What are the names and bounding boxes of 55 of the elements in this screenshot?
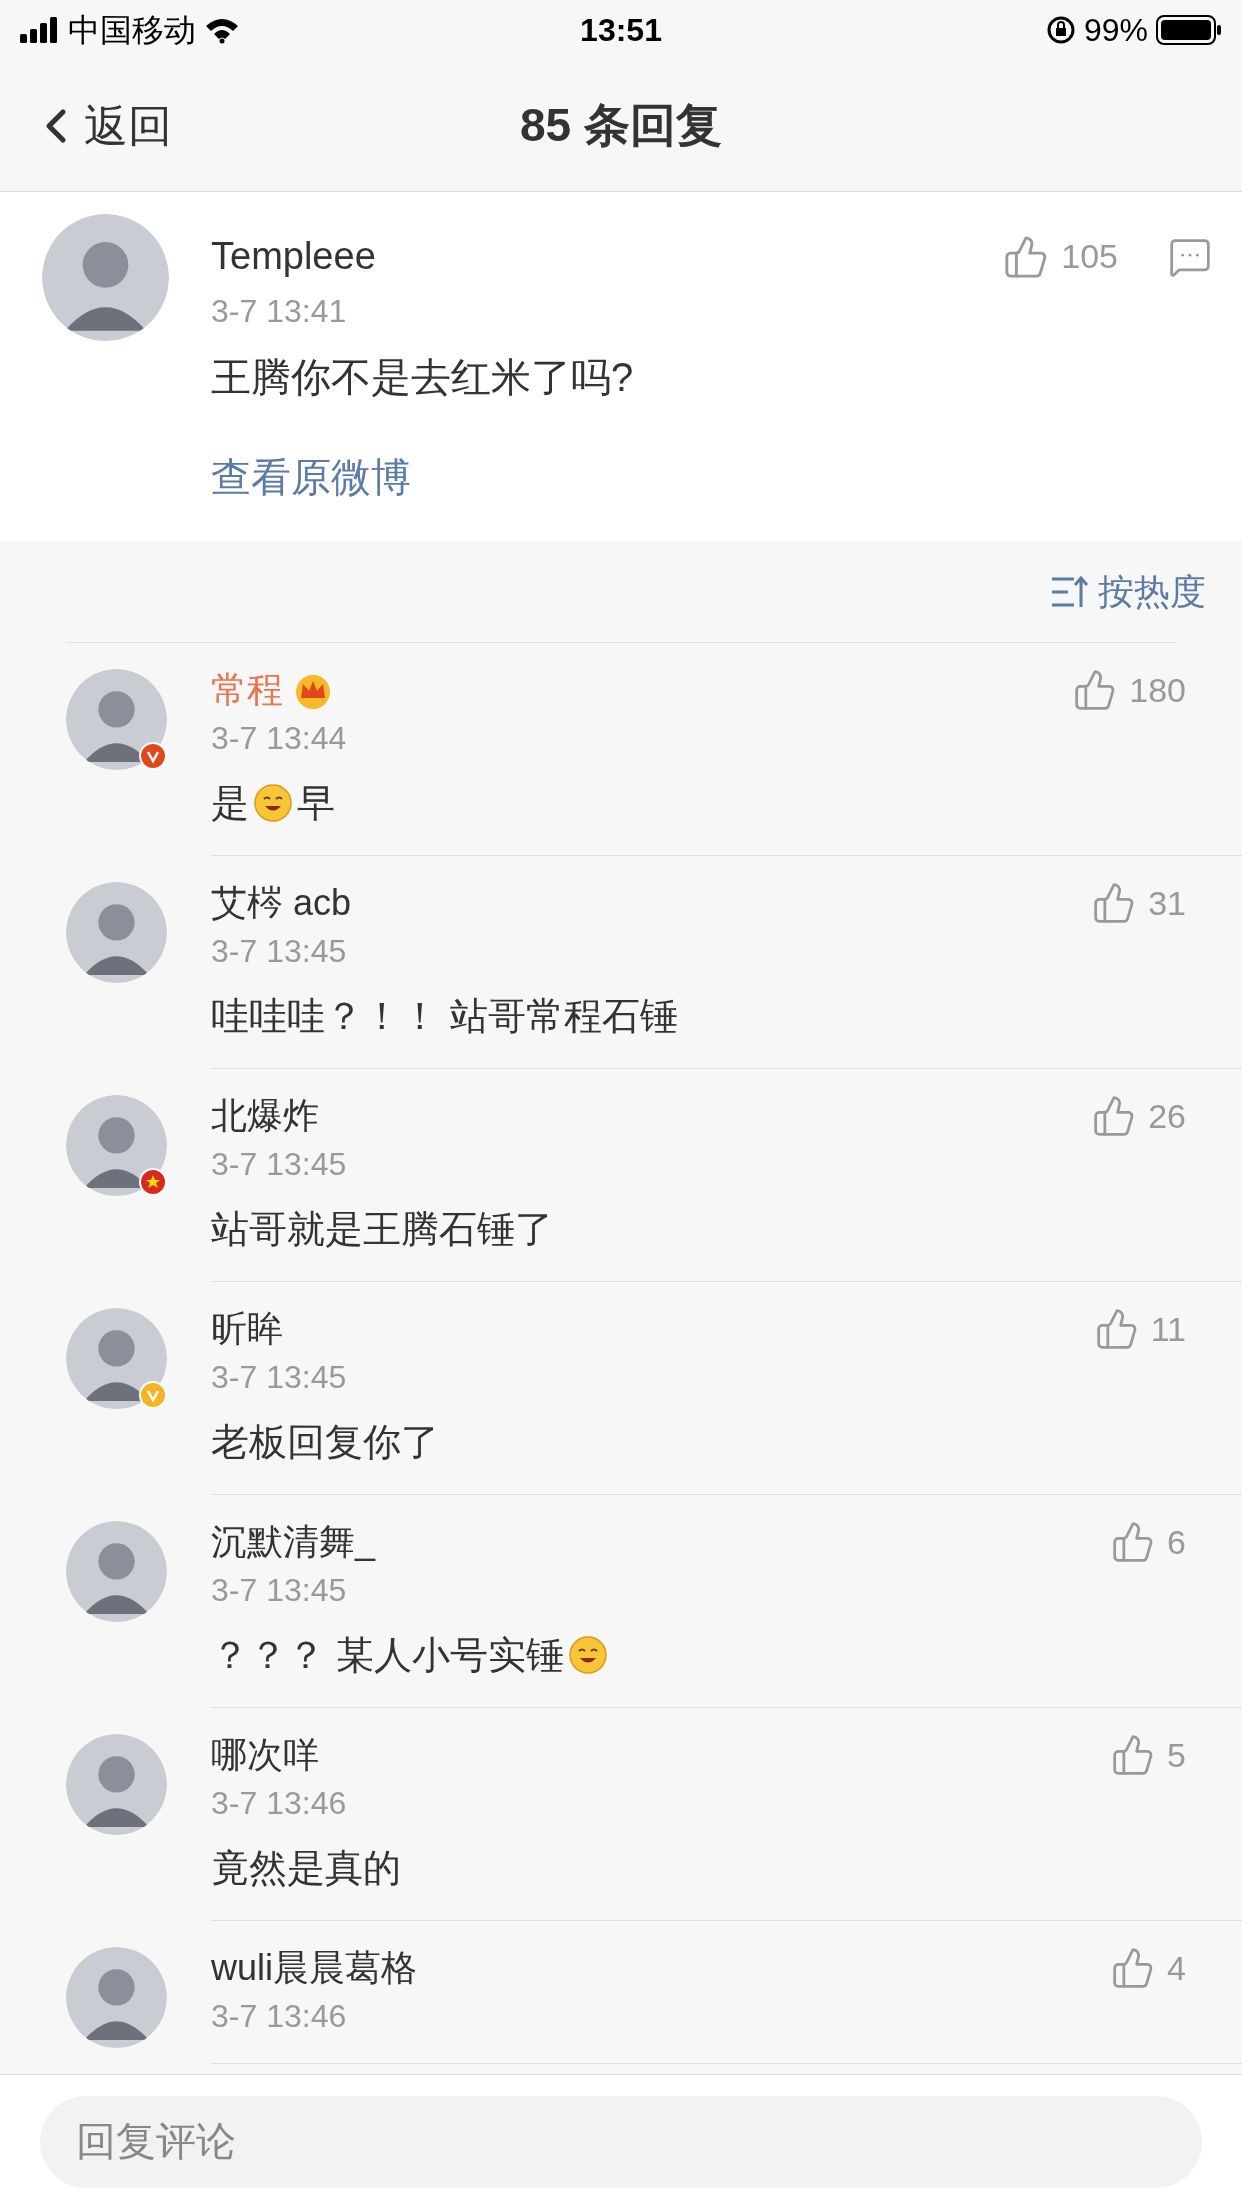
comment-time: 3-7 13:46	[211, 1997, 348, 2036]
username[interactable]: 昕眸	[211, 1302, 283, 1356]
reply-input-field[interactable]: 回复评论	[40, 2095, 1202, 2188]
comment-time: 3-7 13:45	[211, 1571, 348, 1610]
sort-icon	[1050, 574, 1090, 609]
avatar[interactable]	[66, 882, 167, 983]
avatar[interactable]	[66, 1947, 167, 2048]
like-count: 180	[1129, 669, 1186, 711]
signal-icon	[20, 17, 60, 43]
comment-time: 3-7 13:45	[211, 1358, 348, 1397]
comment-time: 3-7 13:44	[211, 719, 348, 758]
like-count: 5	[1167, 1734, 1186, 1776]
view-original-link[interactable]: 查看原微博	[211, 447, 1212, 507]
comment-text: 竟然是真的	[211, 1846, 401, 1891]
comment-text: 是	[211, 781, 249, 826]
username[interactable]: 哪次咩	[211, 1728, 319, 1782]
battery-icon	[1156, 15, 1222, 45]
username[interactable]: 艾梣 acb	[211, 876, 352, 930]
username[interactable]: 北爆炸	[211, 1089, 319, 1143]
like-icon	[1094, 1307, 1139, 1351]
comment-text: 王腾你不是去红米了吗?	[211, 354, 635, 401]
username[interactable]: 沉默清舞_	[211, 1515, 376, 1569]
like-count: 31	[1148, 882, 1186, 924]
like-count: 105	[1061, 236, 1118, 277]
clock-time: 13:51	[580, 11, 662, 50]
avatar[interactable]	[66, 1734, 167, 1835]
comment-text: 哇哇哇？！！ 站哥常程石锤	[211, 994, 678, 1039]
avatar[interactable]	[66, 1095, 167, 1196]
like-count: 6	[1167, 1521, 1186, 1563]
rotation-lock-icon	[1045, 15, 1076, 45]
page-title: 85 条回复	[520, 98, 722, 153]
comment-text: 站哥就是王腾石锤了	[211, 1207, 553, 1252]
like-count: 26	[1148, 1095, 1186, 1137]
emoji-icon	[253, 783, 293, 823]
avatar[interactable]	[42, 214, 169, 341]
comment-time: 3-7 13:45	[211, 1145, 348, 1184]
avatar[interactable]	[66, 669, 167, 770]
comment-text: ？？？ 某人小号实锤	[211, 1633, 564, 1678]
sort-button[interactable]: 按热度	[1050, 564, 1206, 619]
back-button[interactable]: 返回	[28, 92, 172, 159]
carrier-name: 中国移动	[68, 11, 196, 50]
comment-text: 老板回复你了	[211, 1420, 439, 1465]
username[interactable]: wuli晨晨葛格	[211, 1941, 417, 1995]
wifi-icon	[204, 16, 240, 44]
like-count: 11	[1150, 1308, 1186, 1350]
comment-text: 早	[297, 781, 335, 826]
username[interactable]: Templeee	[211, 228, 1004, 285]
comment-time: 3-7 13:45	[211, 932, 348, 971]
like-count: 4	[1167, 1947, 1186, 1989]
avatar[interactable]	[66, 1521, 167, 1622]
avatar[interactable]	[66, 1308, 167, 1409]
emoji-icon	[567, 1635, 608, 1675]
battery-percent: 99%	[1083, 11, 1148, 50]
comment-time: 3-7 13:46	[211, 1784, 348, 1823]
comment-time: 3-7 13:41	[211, 292, 348, 331]
